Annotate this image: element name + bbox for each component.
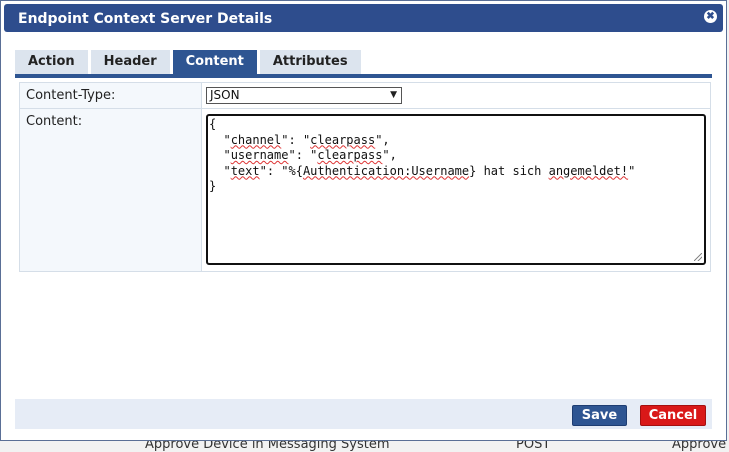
label-cell: Content: [20,109,202,271]
label-cell: Content-Type: [20,83,202,108]
content-key-text: text [230,163,260,178]
content-line: } [209,179,217,193]
dialog-footer: Save Cancel [15,399,712,429]
tab-header[interactable]: Header [90,50,170,74]
content-type-row: Content-Type: JSON ▼ [20,83,710,109]
close-icon[interactable]: ✖ [704,10,717,23]
content-form: Content-Type: JSON ▼ Content: { "channel… [19,82,711,272]
tab-underline [15,74,712,78]
tab-bar: Action Header Content Attributes [15,50,361,74]
dialog-titlebar: Endpoint Context Server Details ✖ [4,4,723,32]
content-type-select[interactable]: JSON ▼ [206,87,402,104]
save-button[interactable]: Save [572,405,627,426]
content-key-channel: channel [230,132,282,147]
content-textarea[interactable]: { "channel": "clearpass", "username": "c… [206,114,706,265]
content-line: "username": "clearpass", [209,148,397,162]
tab-action[interactable]: Action [15,50,88,74]
content-line: "channel": "clearpass", [209,132,390,147]
resize-grip-icon[interactable] [694,253,702,261]
content-value-clearpass: clearpass [317,148,383,162]
content-word: angemeldet! [548,163,629,178]
content-type-label: Content-Type: [26,88,116,103]
cancel-button[interactable]: Cancel [640,405,706,426]
content-value-clearpass: clearpass [310,132,376,147]
content-line: { [209,117,217,131]
content-line: "text": "%{Authentication:Username} hat … [209,163,636,178]
content-key-username: username [230,148,289,162]
tab-content[interactable]: Content [172,50,257,74]
endpoint-context-server-dialog: Endpoint Context Server Details ✖ Action… [0,0,727,441]
dialog-title: Endpoint Context Server Details [18,11,273,27]
chevron-down-icon: ▼ [390,90,397,100]
tab-attributes[interactable]: Attributes [259,50,361,74]
content-attribute: Authentication:Username [302,163,470,178]
content-label: Content: [26,114,83,129]
content-type-value: JSON [210,88,240,102]
content-row: Content: { "channel": "clearpass", "user… [20,109,710,271]
